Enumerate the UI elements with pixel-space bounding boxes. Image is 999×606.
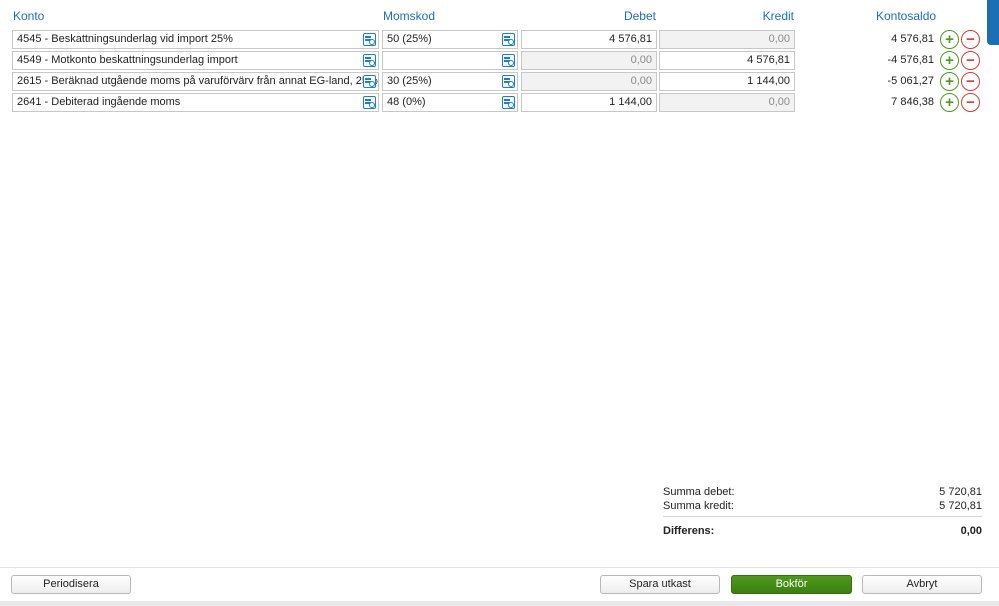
kontosaldo-value: 4 576,81 — [891, 33, 934, 45]
debet-field[interactable]: 1 144,00 — [521, 93, 657, 112]
debet-field[interactable]: 0,00 — [521, 51, 657, 70]
summary-divider — [663, 516, 982, 517]
konto-lookup-icon[interactable] — [363, 75, 376, 88]
kredit-field[interactable]: 4 576,81 — [659, 51, 795, 70]
konto-field[interactable]: 2641 - Debiterad ingående moms — [12, 93, 379, 112]
header-momskod: Momskod — [383, 9, 436, 23]
debet-field[interactable]: 0,00 — [521, 72, 657, 91]
konto-field[interactable]: 4549 - Motkonto beskattningsunderlag imp… — [12, 51, 379, 70]
table-row: 2641 - Debiterad ingående moms 48 (0%) 1… — [0, 93, 990, 112]
konto-value: 2615 - Beräknad utgående moms på varuför… — [17, 75, 378, 87]
remove-row-button[interactable]: − — [961, 93, 980, 112]
kontosaldo-value: 7 846,38 — [891, 96, 934, 108]
header-kredit: Kredit — [762, 9, 794, 23]
konto-value: 2641 - Debiterad ingående moms — [17, 96, 181, 108]
add-row-button[interactable]: + — [940, 72, 959, 91]
summa-debet-value: 5 720,81 — [939, 486, 982, 498]
debet-field[interactable]: 4 576,81 — [521, 30, 657, 49]
konto-lookup-icon[interactable] — [363, 54, 376, 67]
table-row: 4549 - Motkonto beskattningsunderlag imp… — [0, 51, 990, 70]
konto-lookup-icon[interactable] — [363, 96, 376, 109]
konto-field[interactable]: 2615 - Beräknad utgående moms på varuför… — [12, 72, 379, 91]
konto-value: 4549 - Motkonto beskattningsunderlag imp… — [17, 54, 238, 66]
remove-row-button[interactable]: − — [961, 30, 980, 49]
kredit-field[interactable]: 0,00 — [659, 93, 795, 112]
summa-debet-label: Summa debet: — [663, 486, 735, 498]
add-row-button[interactable]: + — [940, 93, 959, 112]
momskod-lookup-icon[interactable] — [502, 75, 515, 88]
kontosaldo-value: -4 576,81 — [887, 54, 934, 66]
table-row: 4545 - Beskattningsunderlag vid import 2… — [0, 30, 990, 49]
konto-value: 4545 - Beskattningsunderlag vid import 2… — [17, 33, 233, 45]
momskod-field[interactable]: 50 (25%) — [382, 30, 518, 49]
table-row: 2615 - Beräknad utgående moms på varuför… — [0, 72, 990, 91]
momskod-value: 48 (0%) — [387, 96, 426, 108]
momskod-field[interactable] — [382, 51, 518, 70]
add-row-button[interactable]: + — [940, 30, 959, 49]
bottom-scrollbar[interactable] — [0, 601, 999, 606]
momskod-lookup-icon[interactable] — [502, 96, 515, 109]
header-konto: Konto — [13, 9, 45, 23]
momskod-value: 50 (25%) — [387, 33, 432, 45]
remove-row-button[interactable]: − — [961, 72, 980, 91]
momskod-field[interactable]: 48 (0%) — [382, 93, 518, 112]
konto-field[interactable]: 4545 - Beskattningsunderlag vid import 2… — [12, 30, 379, 49]
bokfor-button[interactable]: Bokför — [731, 575, 852, 594]
kredit-field[interactable]: 1 144,00 — [659, 72, 795, 91]
momskod-lookup-icon[interactable] — [502, 33, 515, 46]
kontosaldo-value: -5 061,27 — [887, 75, 934, 87]
summa-kredit-label: Summa kredit: — [663, 500, 734, 512]
kredit-field[interactable]: 0,00 — [659, 30, 795, 49]
header-kontosaldo: Kontosaldo — [876, 9, 937, 23]
header-debet: Debet — [623, 9, 656, 23]
avbryt-button[interactable]: Avbryt — [862, 575, 982, 594]
momskod-lookup-icon[interactable] — [502, 54, 515, 67]
spara-utkast-button[interactable]: Spara utkast — [600, 575, 720, 594]
periodisera-button[interactable]: Periodisera — [11, 575, 131, 594]
momskod-value: 30 (25%) — [387, 75, 432, 87]
differens-value: 0,00 — [960, 525, 982, 537]
add-row-button[interactable]: + — [940, 51, 959, 70]
momskod-field[interactable]: 30 (25%) — [382, 72, 518, 91]
summa-kredit-value: 5 720,81 — [939, 500, 982, 512]
remove-row-button[interactable]: − — [961, 51, 980, 70]
differens-label: Differens: — [663, 525, 715, 537]
konto-lookup-icon[interactable] — [363, 33, 376, 46]
